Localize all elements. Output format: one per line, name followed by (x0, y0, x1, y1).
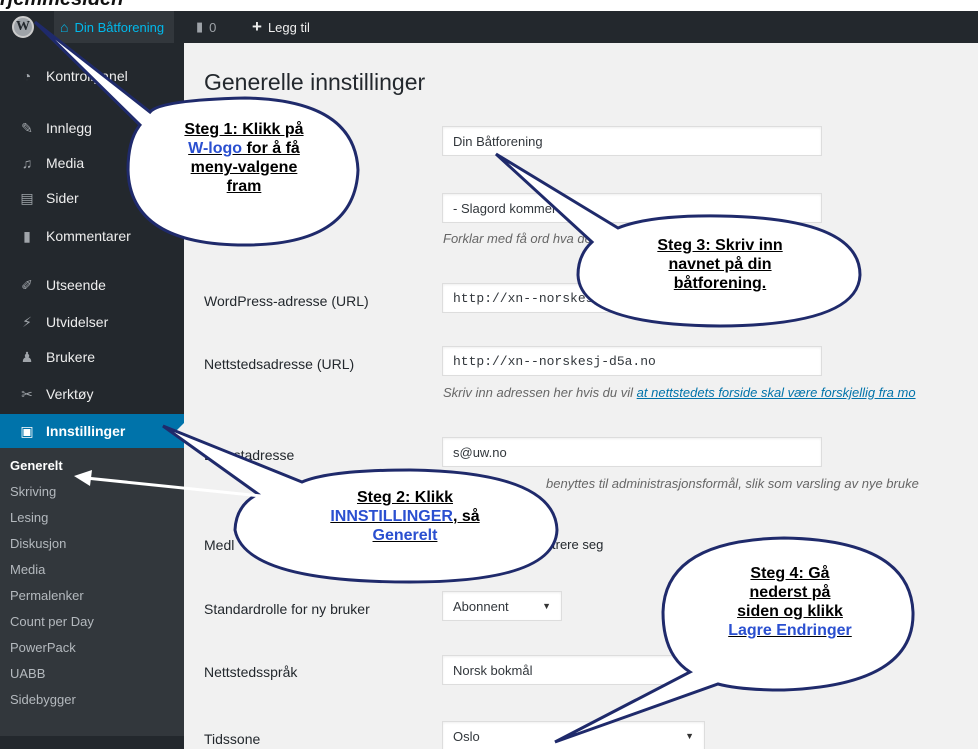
submenu-permalinks[interactable]: Permalenker (10, 582, 84, 608)
comments-count: 0 (209, 19, 217, 35)
pin-icon: ✎ (21, 119, 33, 136)
submenu-writing[interactable]: Skriving (10, 478, 56, 504)
submenu-general[interactable]: Generelt (10, 452, 63, 478)
email-label: E-postadresse (204, 447, 295, 463)
callout-step3-text: Steg 3: Skriv inn navnet på din båtforen… (610, 236, 830, 293)
page-heading: rjemmesiden (0, 0, 123, 10)
membership-label: Medl (204, 537, 235, 553)
submenu-count-per-day[interactable]: Count per Day (10, 608, 94, 634)
site-address-description: Skriv inn adressen her hvis du vil at ne… (443, 385, 916, 400)
sidebar-item-label: Kontrollpanel (46, 68, 128, 84)
callout-link-generelt: Generelt (372, 527, 438, 544)
site-name-link[interactable]: ⌂ Din Båtforening (54, 11, 175, 43)
submenu-uabb[interactable]: UABB (10, 660, 45, 686)
submenu-reading[interactable]: Lesing (10, 504, 48, 530)
wrench-icon: ✂ (21, 385, 33, 402)
chevron-down-icon: ▼ (685, 731, 694, 741)
callout-link-innstillinger: INNSTILLINGER (330, 508, 453, 525)
plus-icon: + (252, 17, 262, 36)
callout-line: , så (452, 508, 480, 525)
sidebar-item-label: Sider (46, 190, 79, 206)
callout-line: båtforening. (673, 275, 767, 292)
timezone-value: Oslo (453, 728, 480, 744)
add-new-label: Legg til (267, 19, 310, 35)
site-name-label: Din Båtforening (74, 19, 165, 35)
settings-submenu: Generelt Skriving Lesing Diskusjon Media… (0, 448, 184, 736)
site-address-help-link[interactable]: at nettstedets forside skal være forskje… (637, 385, 916, 400)
sidebar-item-label: Media (46, 155, 85, 171)
membership-checkbox-text: trere seg (552, 537, 604, 552)
callout-step1-text: Steg 1: Klikk på W-logo for å få meny-va… (140, 120, 348, 196)
callout-line: navnet på din (668, 256, 772, 273)
sidebar-item-label: Innlegg (46, 120, 92, 136)
wordpress-logo-icon: W (12, 16, 34, 38)
site-address-desc-text: Skriv inn adressen her hvis du vil (443, 385, 637, 400)
default-role-value: Abonnent (453, 598, 509, 614)
wp-address-label: WordPress-adresse (URL) (204, 293, 369, 309)
chevron-down-icon: ▼ (542, 601, 551, 611)
callout-line: Steg 4: Gå (750, 565, 830, 582)
tagline-input[interactable]: - Slagord kommer her (442, 193, 822, 223)
sidebar-item-label: Brukere (46, 349, 96, 365)
callout-line: nederst på (749, 584, 831, 601)
users-icon: ♟ (20, 348, 34, 365)
sidebar-item-users[interactable]: ♟ Brukere (0, 340, 184, 374)
media-icon: ♫ (21, 155, 33, 171)
callout-line: Steg 1: Klikk på (184, 121, 304, 138)
admin-bar: W ⌂ Din Båtforening ▮ 0 + Legg til (0, 11, 978, 43)
sidebar-item-label: Utseende (46, 277, 106, 293)
default-role-label: Standardrolle for ny bruker (204, 601, 370, 617)
sidebar-item-dashboard[interactable]: ◔ Kontrollpanel (0, 59, 184, 93)
site-language-select[interactable]: Norsk bokmål (442, 655, 702, 685)
timezone-select[interactable]: Oslo ▼ (442, 721, 705, 749)
submenu-powerpack[interactable]: PowerPack (10, 634, 76, 660)
sidebar-item-appearance[interactable]: ✐ Utseende (0, 268, 184, 302)
settings-icon: ▣ (20, 422, 34, 439)
sidebar-item-label: Utvidelser (46, 314, 109, 330)
comment-icon: ▮ (23, 227, 31, 244)
default-role-select[interactable]: Abonnent ▼ (442, 591, 562, 621)
callout-line: siden og klikk (737, 603, 843, 620)
add-new-link[interactable]: + Legg til (252, 11, 310, 43)
site-title-input[interactable]: Din Båtforening (442, 126, 822, 156)
sidebar-item-label: Kommentarer (46, 228, 131, 244)
callout-link-lagre: Lagre Endringer (728, 622, 852, 639)
callout-line: Steg 2: Klikk (356, 489, 454, 506)
site-address-label: Nettstedsadresse (URL) (204, 356, 355, 372)
submenu-discussion[interactable]: Diskusjon (10, 530, 66, 556)
sidebar-item-label: Innstillinger (46, 423, 126, 439)
sidebar-item-plugins[interactable]: ⚡ Utvidelser (0, 305, 184, 339)
callout-step2-text: Steg 2: Klikk INNSTILLINGER, så Generelt (290, 488, 520, 545)
sidebar-item-label: Verktøy (46, 386, 94, 402)
home-icon: ⌂ (60, 19, 69, 35)
timezone-label: Tidssone (204, 731, 261, 747)
page-icon: ▤ (20, 189, 34, 206)
page-title: Generelle innstillinger (204, 69, 426, 95)
callout-line: fram (226, 178, 262, 195)
sidebar-item-comments[interactable]: ▮ Kommentarer (0, 219, 184, 253)
callout-line: meny-valgene (190, 159, 298, 176)
submenu-sidebygger[interactable]: Sidebygger (10, 686, 76, 712)
wp-logo-button[interactable]: W (12, 11, 52, 43)
comment-bubble-icon: ▮ (196, 19, 204, 34)
callout-line: Steg 3: Skriv inn (657, 237, 783, 254)
dashboard-icon: ◔ (22, 68, 32, 84)
callout-link-wlogo: W-logo (188, 140, 243, 157)
callout-step4-text: Steg 4: Gå nederst på siden og klikk Lag… (690, 564, 890, 640)
sidebar-item-settings[interactable]: ▣ Innstillinger (0, 414, 184, 448)
comments-link[interactable]: ▮ 0 (196, 11, 216, 43)
email-input[interactable]: s@uw.no (442, 437, 822, 467)
brush-icon: ✐ (21, 276, 33, 293)
site-language-label: Nettstedsspråk (204, 664, 298, 680)
plugin-icon: ⚡ (22, 313, 32, 330)
sidebar-item-tools[interactable]: ✂ Verktøy (0, 377, 184, 411)
email-description: benyttes til administrasjonsformål, slik… (546, 476, 919, 491)
callout-line: for å få (242, 140, 300, 157)
submenu-media[interactable]: Media (10, 556, 45, 582)
site-address-input[interactable]: http://xn--norskesj-d5a.no (442, 346, 822, 376)
